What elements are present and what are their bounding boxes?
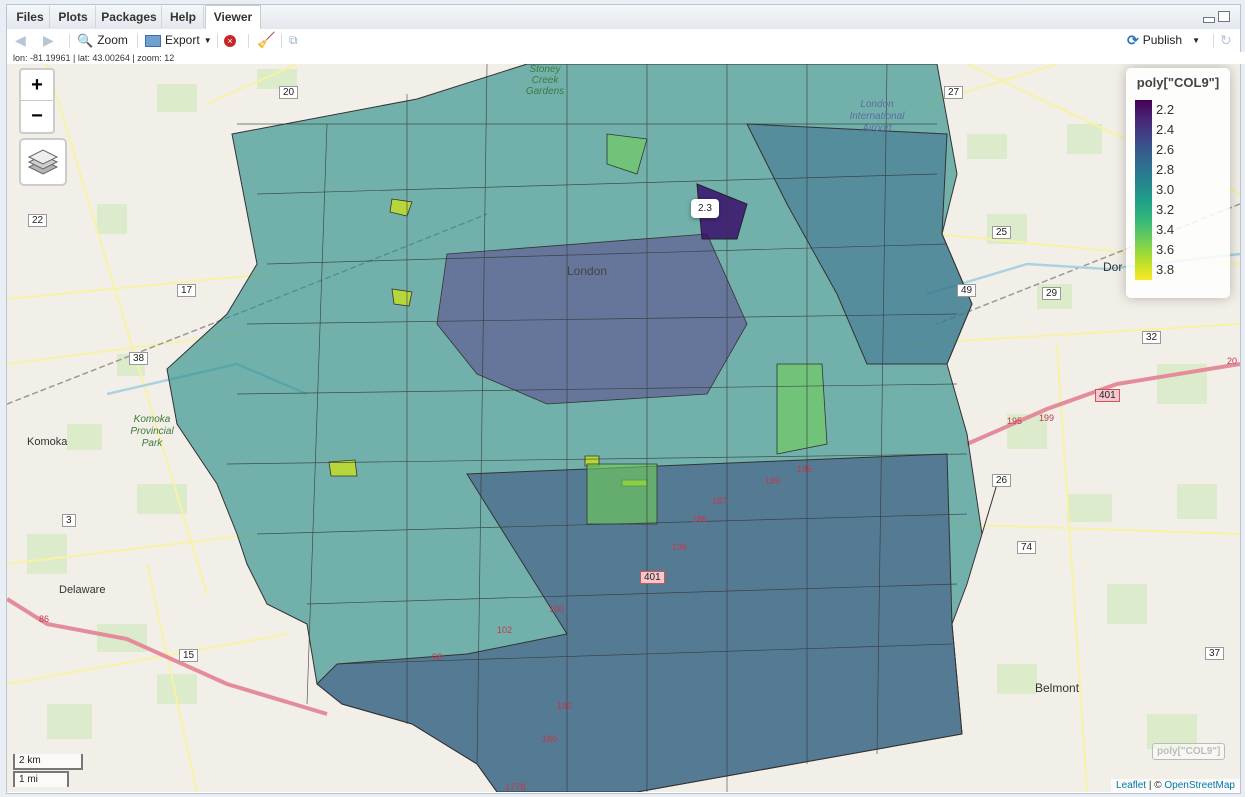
- route-shield: 29: [1042, 287, 1062, 300]
- exit-number: 186: [692, 514, 708, 524]
- legend-color-bar: [1135, 100, 1152, 280]
- layers-icon: [27, 149, 59, 175]
- caret-down-icon: ▼: [203, 36, 212, 45]
- tab-viewer[interactable]: Viewer: [205, 5, 261, 30]
- route-shield: 27: [944, 86, 964, 99]
- route-shield: 25: [992, 226, 1012, 239]
- tab-help[interactable]: Help: [163, 6, 204, 28]
- highway-shield: 401: [640, 571, 665, 584]
- export-label: Export: [165, 33, 200, 47]
- route-shield: 49: [957, 284, 977, 297]
- highway-shield: 401: [1095, 389, 1120, 402]
- attribution-separator: | ©: [1146, 780, 1165, 791]
- pane-tabbar: Files Plots Packages Help Viewer: [7, 5, 1240, 30]
- export-image-icon: [145, 34, 161, 47]
- leaflet-map[interactable]: Komoka Komoka Provincial Park Delaware L…: [7, 64, 1240, 792]
- route-shield: 22: [28, 214, 48, 227]
- value-popup[interactable]: 2.3: [691, 199, 719, 218]
- collapsed-legend-label[interactable]: poly["COL9"]: [1152, 743, 1226, 760]
- viewer-toolbar: ◀ ▶ 🔍 Zoom Export ▼ × 🧹 ⧉ ⟳ Publish ▼ ↻: [7, 29, 1240, 53]
- exit-number: 20: [1227, 356, 1238, 366]
- legend-tick: 3.6: [1156, 242, 1175, 257]
- exit-number: 100: [549, 604, 565, 614]
- legend-tick: 2.4: [1156, 122, 1175, 137]
- color-legend: poly["COL9"] 2.2 2.4 2.6 2.8 3.0 3.2 3.4…: [1126, 68, 1230, 298]
- airport-label: London International Airport: [849, 99, 905, 134]
- zoom-in-button[interactable]: +: [21, 70, 53, 101]
- route-shield: 38: [129, 352, 149, 365]
- viewer-pane: Files Plots Packages Help Viewer ◀ ▶ 🔍 Z…: [6, 4, 1245, 794]
- place-label: Delaware: [59, 584, 106, 596]
- magnifier-icon: 🔍: [77, 33, 94, 48]
- zoom-control: + −: [19, 68, 55, 134]
- city-label: London: [567, 264, 608, 278]
- map-coordinates-readout: lon: -81.19961 | lat: 43.00264 | zoom: 1…: [7, 52, 1245, 64]
- garden-label: Stoney Creek Gardens: [525, 64, 565, 97]
- publish-button[interactable]: ⟳ Publish ▼: [1127, 32, 1200, 49]
- scale-bar-km: 2 km: [13, 754, 83, 770]
- refresh-icon[interactable]: ↻: [1220, 32, 1232, 49]
- exit-number: 189: [765, 476, 781, 486]
- scale-bar-mi: 1 mi: [13, 771, 69, 787]
- exit-number: 180: [557, 701, 573, 711]
- exit-number: 185: [797, 464, 813, 474]
- exit-number: 180: [542, 734, 558, 744]
- tab-files[interactable]: Files: [11, 6, 50, 28]
- leaflet-link[interactable]: Leaflet: [1116, 780, 1146, 791]
- legend-tick: 3.8: [1156, 262, 1175, 277]
- maximize-icon[interactable]: [1218, 11, 1230, 22]
- park-label: Komoka Provincial Park: [130, 414, 174, 449]
- route-shield: 3: [62, 514, 76, 527]
- exit-number: 102: [497, 625, 513, 635]
- back-arrow-icon[interactable]: ◀: [15, 32, 26, 49]
- export-button[interactable]: Export ▼: [145, 32, 212, 49]
- exit-number: 199: [1039, 413, 1055, 423]
- map-attribution: Leaflet | © OpenStreetMap: [1111, 779, 1240, 792]
- caret-down-icon: ▼: [1192, 36, 1201, 45]
- clear-all-button[interactable]: 🧹: [257, 32, 276, 49]
- legend-tick: 3.4: [1156, 222, 1175, 237]
- publish-icon: ⟳: [1127, 32, 1139, 48]
- tab-plots[interactable]: Plots: [51, 6, 96, 28]
- broom-icon: 🧹: [257, 32, 276, 49]
- route-shield: 15: [179, 649, 199, 662]
- legend-tick: 2.6: [1156, 142, 1175, 157]
- legend-tick: 3.0: [1156, 182, 1175, 197]
- route-shield: 26: [992, 474, 1012, 487]
- legend-tick: 2.8: [1156, 162, 1175, 177]
- legend-tick: 2.2: [1156, 102, 1175, 117]
- route-shield: 74: [1017, 541, 1037, 554]
- forward-arrow-icon[interactable]: ▶: [43, 32, 54, 49]
- place-label: Belmont: [1035, 681, 1080, 695]
- route-shield: 37: [1205, 647, 1225, 660]
- exit-number: 136: [672, 542, 688, 552]
- place-label: Komoka: [27, 436, 68, 448]
- zoom-button[interactable]: 🔍 Zoom: [77, 32, 128, 49]
- legend-tick: 3.2: [1156, 202, 1175, 217]
- layers-control-button[interactable]: [19, 138, 67, 186]
- zoom-label: Zoom: [97, 33, 128, 47]
- exit-number: 98: [432, 652, 443, 662]
- clear-viewer-button[interactable]: ×: [224, 32, 236, 49]
- minimize-icon[interactable]: [1203, 17, 1215, 23]
- route-shield: 32: [1142, 331, 1162, 344]
- route-shield: 20: [279, 86, 299, 99]
- osm-link[interactable]: OpenStreetMap: [1164, 780, 1235, 791]
- exit-number: 86: [39, 614, 50, 624]
- publish-label: Publish: [1142, 33, 1183, 47]
- place-label: Dor: [1103, 260, 1123, 274]
- zoom-out-button[interactable]: −: [21, 101, 53, 131]
- legend-title: poly["COL9"]: [1136, 75, 1220, 90]
- exit-number: 187: [712, 496, 728, 506]
- remove-circle-icon: ×: [224, 34, 236, 47]
- route-shield: 17: [177, 284, 197, 297]
- tab-packages[interactable]: Packages: [97, 6, 162, 28]
- exit-number: 177B: [505, 782, 527, 792]
- popout-window-icon[interactable]: ⧉: [289, 32, 298, 49]
- exit-number: 195: [1007, 416, 1023, 426]
